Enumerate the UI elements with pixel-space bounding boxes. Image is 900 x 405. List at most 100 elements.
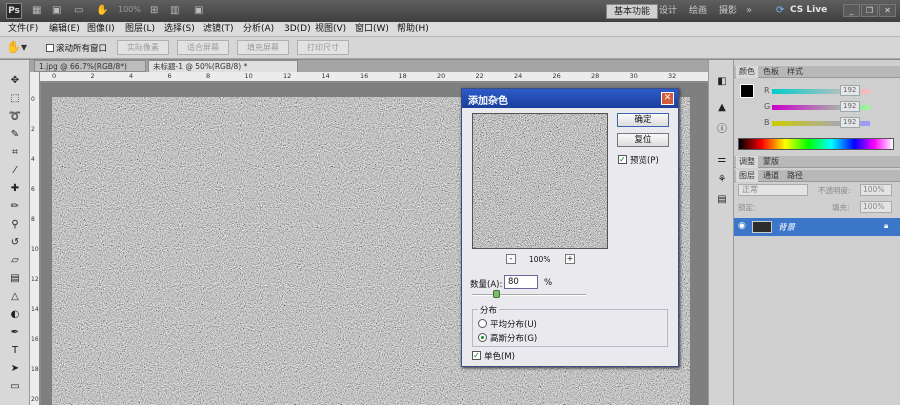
blur-tool-icon[interactable]: △: [8, 290, 22, 304]
move-tool-icon[interactable]: ✥: [8, 74, 22, 88]
tab-swatches[interactable]: 色板: [760, 66, 782, 78]
foreground-color-swatch[interactable]: [740, 84, 754, 98]
filter-preview[interactable]: [472, 113, 608, 249]
view-extras-icon[interactable]: ▭: [74, 5, 83, 17]
menu-window[interactable]: 窗口(W): [355, 23, 389, 36]
menu-select[interactable]: 选择(S): [164, 23, 195, 36]
zoom-level-display[interactable]: 100%: [118, 5, 141, 14]
gaussian-radio[interactable]: [478, 333, 487, 342]
clone-source-icon[interactable]: ⚘: [716, 174, 728, 186]
tab-masks[interactable]: 蒙版: [760, 156, 782, 168]
tab-adjustments[interactable]: 调整: [736, 156, 758, 168]
workspace-design[interactable]: 设计: [652, 4, 684, 19]
restore-button[interactable]: ❐: [861, 4, 878, 17]
menu-edit[interactable]: 编辑(E): [49, 23, 80, 36]
eyedropper-tool-icon[interactable]: ⁄: [8, 164, 22, 178]
workspace-essentials[interactable]: 基本功能: [606, 4, 659, 19]
arrange-documents-icon[interactable]: ▥: [170, 5, 179, 17]
uniform-radio[interactable]: [478, 319, 487, 328]
amount-input[interactable]: 80: [504, 275, 538, 289]
pen-tool-icon[interactable]: ✒: [8, 326, 22, 340]
histogram-icon[interactable]: ▲: [716, 102, 728, 114]
ruler-left-label: 8: [31, 216, 35, 223]
screen-mode-icon[interactable]: ▣: [194, 5, 203, 17]
gradient-tool-icon[interactable]: ▤: [8, 272, 22, 286]
document-tab-2[interactable]: 未标题-1 @ 50%(RGB/8) *: [148, 60, 298, 72]
menu-filter[interactable]: 滤镜(T): [203, 23, 234, 36]
brush-presets-icon[interactable]: ⚌: [716, 154, 728, 166]
color-panel-tabs: 颜色 色板 样式: [734, 66, 900, 78]
reset-button[interactable]: 复位: [617, 133, 669, 147]
actual-pixels-button[interactable]: 实际像素: [117, 40, 169, 55]
fill-screen-button[interactable]: 填充屏幕: [237, 40, 289, 55]
menu-layer[interactable]: 图层(L): [125, 23, 155, 36]
monochromatic-checkbox[interactable]: ✓: [472, 351, 481, 360]
crop-tool-icon[interactable]: ⌗: [8, 146, 22, 160]
menu-3d[interactable]: 3D(D): [284, 23, 311, 36]
red-value[interactable]: 192: [840, 85, 860, 96]
history-brush-tool-icon[interactable]: ↺: [8, 236, 22, 250]
workspace-photography[interactable]: 摄影: [712, 4, 744, 19]
dodge-tool-icon[interactable]: ◐: [8, 308, 22, 322]
right-panel-dock: 颜色 色板 样式 R 192 G 192 B 192 调整 蒙版 图层 通道 路…: [734, 60, 900, 405]
tab-styles[interactable]: 样式: [784, 66, 806, 78]
layer-row-background[interactable]: ◉ 背景 🔒︎: [734, 218, 900, 236]
document-tab-1[interactable]: 1.jpg @ 66.7%(RGB/8*): [34, 60, 146, 72]
more-workspaces-icon[interactable]: »: [746, 5, 752, 17]
tab-layers[interactable]: 图层: [736, 170, 758, 182]
menu-image[interactable]: 图像(I): [87, 23, 115, 36]
tab-color[interactable]: 颜色: [736, 66, 758, 78]
green-value[interactable]: 192: [840, 101, 860, 112]
fit-screen-button[interactable]: 适合屏幕: [177, 40, 229, 55]
menu-view[interactable]: 视图(V): [315, 23, 346, 36]
menu-analysis[interactable]: 分析(A): [243, 23, 274, 36]
ruler-top-label: 28: [591, 72, 600, 80]
workspace-painting[interactable]: 绘画: [682, 4, 714, 19]
zoom-in-button[interactable]: +: [565, 254, 575, 264]
tab-channels[interactable]: 通道: [760, 170, 782, 182]
bridge-icon[interactable]: ▦: [32, 5, 41, 17]
ruler-top-label: 2: [90, 72, 95, 80]
actions-icon[interactable]: ▤: [716, 194, 728, 206]
tab-paths[interactable]: 路径: [784, 170, 806, 182]
ok-button[interactable]: 确定: [617, 113, 669, 127]
opacity-value[interactable]: 100%: [860, 184, 892, 196]
blue-value[interactable]: 192: [840, 117, 860, 128]
fill-value[interactable]: 100%: [860, 201, 892, 213]
path-selection-tool-icon[interactable]: ➤: [8, 362, 22, 376]
clone-stamp-tool-icon[interactable]: ⚲: [8, 218, 22, 232]
lasso-tool-icon[interactable]: ➰: [8, 110, 22, 124]
hand-icon[interactable]: ✋: [96, 5, 108, 17]
visibility-eye-icon[interactable]: ◉: [738, 221, 746, 231]
ruler-top-label: 32: [668, 72, 677, 80]
menu-help[interactable]: 帮助(H): [397, 23, 429, 36]
print-size-button[interactable]: 打印尺寸: [297, 40, 349, 55]
menu-file[interactable]: 文件(F): [8, 23, 38, 36]
scroll-all-windows-checkbox[interactable]: [46, 44, 54, 52]
color-spectrum-bar[interactable]: [738, 138, 894, 150]
preview-checkbox[interactable]: ✓: [618, 155, 627, 164]
quick-select-tool-icon[interactable]: ✎: [8, 128, 22, 142]
grid-icon[interactable]: ⊞: [150, 5, 158, 17]
eraser-tool-icon[interactable]: ▱: [8, 254, 22, 268]
type-tool-icon[interactable]: T: [8, 344, 22, 358]
dialog-titlebar[interactable]: 添加杂色 ✕: [462, 89, 678, 108]
shape-tool-icon[interactable]: ▭: [8, 380, 22, 394]
horizontal-ruler: 0 2 4 6 8 10 12 14 16 18 20 22 24 26 28 30 32: [40, 72, 708, 82]
info-icon[interactable]: ⓘ: [716, 124, 728, 136]
minimize-button[interactable]: _: [843, 4, 860, 17]
blend-mode-select[interactable]: 正常: [738, 184, 808, 196]
dialog-close-icon[interactable]: ✕: [661, 92, 674, 105]
tool-preset-hand-icon[interactable]: ✋▾: [6, 40, 27, 54]
dialog-title: 添加杂色: [468, 96, 508, 107]
marquee-tool-icon[interactable]: ⬚: [8, 92, 22, 106]
close-window-button[interactable]: ✕: [879, 4, 896, 17]
color-panel-icon[interactable]: ◧: [716, 76, 728, 88]
zoom-out-button[interactable]: -: [506, 254, 516, 264]
minibridge-icon[interactable]: ▣: [52, 5, 61, 17]
amount-slider-thumb[interactable]: [493, 290, 501, 298]
brush-tool-icon[interactable]: ✏: [8, 200, 22, 214]
amount-slider-track[interactable]: [472, 294, 586, 296]
healing-brush-tool-icon[interactable]: ✚: [8, 182, 22, 196]
cs-live-button[interactable]: CS Live: [790, 5, 827, 15]
